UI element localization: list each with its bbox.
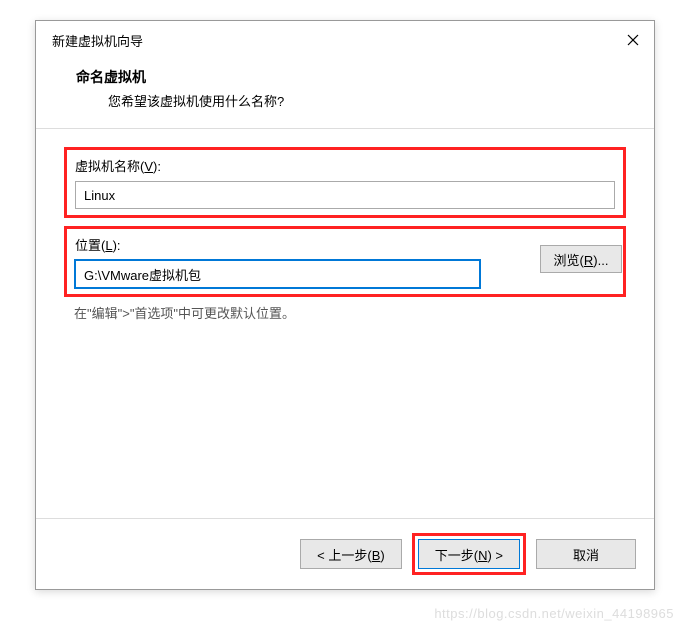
wizard-header-title: 命名虚拟机 xyxy=(76,67,626,87)
close-button[interactable] xyxy=(624,31,642,49)
wizard-dialog: 新建虚拟机向导 命名虚拟机 您希望该虚拟机使用什么名称? 虚拟机名称(V): 位… xyxy=(35,20,655,590)
wizard-footer: < 上一步(B) 下一步(N) > 取消 xyxy=(36,518,654,589)
name-field-highlight: 虚拟机名称(V): xyxy=(64,147,626,218)
location-row xyxy=(75,260,523,288)
vm-name-input[interactable] xyxy=(75,181,615,209)
browse-button[interactable]: 浏览(R)... xyxy=(540,245,622,273)
wizard-header-subtitle: 您希望该虚拟机使用什么名称? xyxy=(76,91,626,110)
back-button[interactable]: < 上一步(B) xyxy=(300,539,402,569)
watermark-text: https://blog.csdn.net/weixin_44198965 xyxy=(434,606,674,621)
location-hint: 在"编辑">"首选项"中可更改默认位置。 xyxy=(64,303,626,322)
wizard-header: 命名虚拟机 您希望该虚拟机使用什么名称? xyxy=(36,59,654,128)
titlebar: 新建虚拟机向导 xyxy=(36,21,654,59)
vm-name-label: 虚拟机名称(V): xyxy=(75,156,615,175)
wizard-content: 虚拟机名称(V): 位置(L): 浏览(R)... 在"编辑">"首选项"中可更… xyxy=(36,129,654,518)
close-icon xyxy=(627,34,639,46)
next-button[interactable]: 下一步(N) > xyxy=(418,539,520,569)
cancel-button[interactable]: 取消 xyxy=(536,539,636,569)
location-label: 位置(L): xyxy=(75,235,523,254)
location-input[interactable] xyxy=(75,260,480,288)
next-button-highlight: 下一步(N) > xyxy=(412,533,526,575)
dialog-title: 新建虚拟机向导 xyxy=(52,31,143,50)
